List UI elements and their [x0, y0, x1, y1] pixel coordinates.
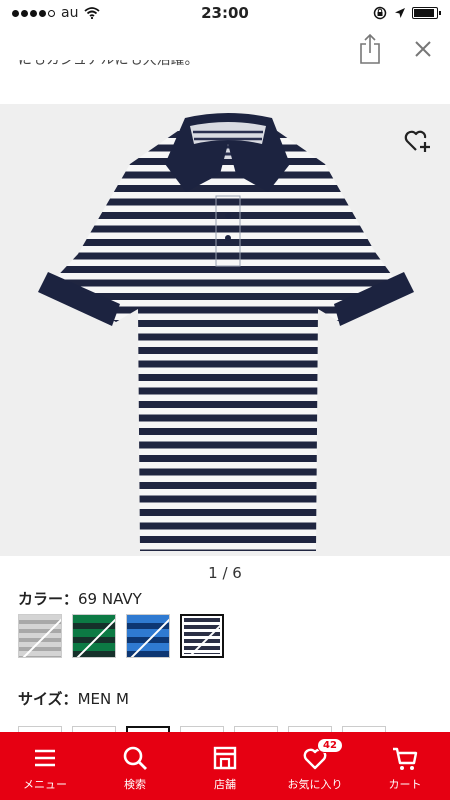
rotation-lock-icon [373, 6, 387, 20]
battery-icon [412, 7, 441, 19]
store-icon [213, 746, 237, 770]
tab-search[interactable]: 検索 [90, 732, 180, 800]
size-value: MEN M [77, 690, 129, 708]
size-label: サイズ： [18, 690, 78, 708]
clock-time: 23:00 [201, 4, 249, 22]
tab-label: 検索 [124, 778, 146, 791]
tab-label: お気に入り [287, 778, 343, 791]
swatch-navy[interactable] [180, 614, 224, 658]
share-icon [360, 33, 380, 64]
tab-menu[interactable]: メニュー [0, 732, 90, 800]
favorites-count-badge: 42 [317, 738, 343, 753]
image-pager: 1 / 6 [208, 564, 242, 582]
menu-icon [35, 749, 55, 767]
location-icon [395, 8, 405, 18]
close-button[interactable] [410, 36, 436, 62]
share-button[interactable] [356, 32, 384, 66]
color-label: カラー： [18, 590, 79, 608]
tab-cart[interactable]: カート [360, 732, 450, 800]
carrier-name: au [61, 5, 79, 21]
heart-plus-icon [404, 130, 430, 152]
status-bar: au 23:00 [0, 0, 450, 26]
wifi-icon [84, 7, 101, 19]
color-selection-label: カラー：69 NAVY [18, 588, 142, 609]
tab-label: メニュー [23, 778, 67, 791]
tab-label: カート [388, 778, 422, 791]
signal-strength-icon [12, 9, 55, 17]
tab-store[interactable]: 店舗 [180, 732, 270, 800]
color-swatches [18, 614, 224, 658]
tab-favorites[interactable]: 42 お気に入り [270, 732, 360, 800]
bottom-tab-bar: メニュー 検索 店舗 42 お気に入り カート [0, 732, 450, 800]
add-favorite-button[interactable] [403, 126, 433, 156]
swatch-green[interactable] [72, 614, 116, 658]
description-snippet: にもカジュアルにも大活躍。 [18, 60, 199, 68]
search-icon [123, 746, 147, 770]
cart-icon [393, 747, 418, 770]
swatch-gray[interactable] [18, 614, 62, 658]
close-icon [415, 41, 431, 57]
color-value: 69 NAVY [78, 590, 142, 608]
polo-shirt-image [38, 113, 414, 551]
status-right [372, 6, 441, 20]
status-left: au [12, 5, 101, 21]
product-image[interactable] [0, 104, 450, 556]
size-selection-label: サイズ：MEN M [18, 688, 129, 709]
swatch-blue[interactable] [126, 614, 170, 658]
tab-label: 店舗 [214, 778, 236, 791]
